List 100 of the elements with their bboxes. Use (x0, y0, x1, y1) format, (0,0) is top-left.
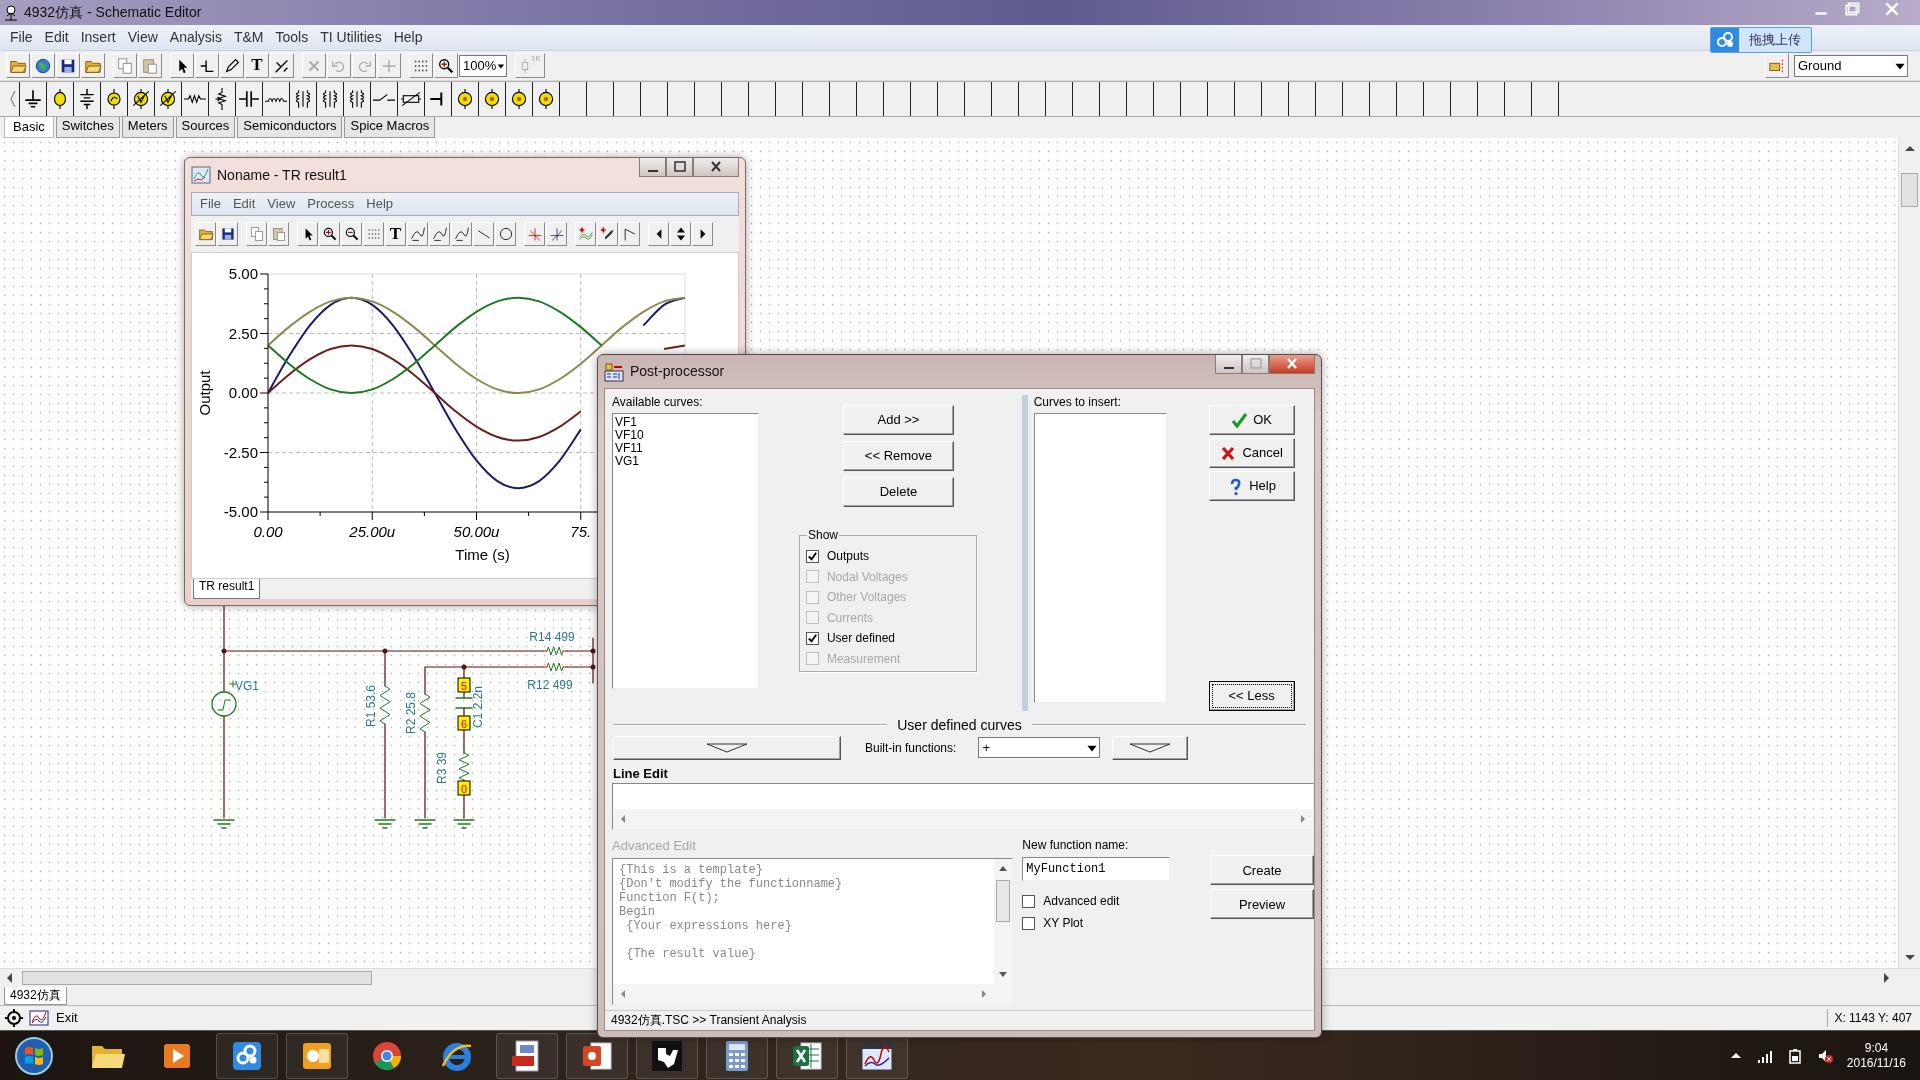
pointer-button[interactable] (297, 222, 318, 246)
menu-item[interactable]: View (261, 196, 302, 212)
pointer-button[interactable] (170, 53, 194, 78)
checkbox[interactable] (1022, 917, 1036, 931)
erase-button[interactable] (270, 53, 294, 78)
list-item[interactable]: VF10 (615, 429, 756, 443)
scrollbar[interactable] (1898, 138, 1920, 968)
open-file-button[interactable] (81, 53, 105, 78)
action-button[interactable]: Delete (842, 477, 954, 507)
checkbox[interactable] (1022, 894, 1036, 908)
text-tool-button[interactable]: T (385, 222, 406, 246)
maximize-button[interactable] (666, 158, 693, 177)
paste-button[interactable] (268, 222, 289, 246)
zoom-out-button[interactable] (341, 222, 362, 246)
scrollbar-thumb[interactable] (1901, 173, 1918, 207)
menu-item[interactable]: File (194, 196, 227, 212)
menu-item[interactable]: Help (387, 29, 429, 46)
copy-button[interactable] (246, 222, 267, 246)
gear-icon[interactable] (4, 1008, 24, 1028)
scrollbar-thumb[interactable] (22, 971, 372, 985)
palette-tab[interactable]: Basic (4, 117, 54, 138)
zoom-dropdown[interactable]: 100% (459, 54, 507, 77)
undo-button[interactable] (327, 53, 351, 78)
list-item[interactable]: VF1 (615, 416, 756, 430)
dropper-button[interactable] (597, 222, 618, 246)
chart-icon[interactable] (28, 1008, 50, 1028)
dialog-button[interactable]: Cancel (1208, 438, 1295, 468)
palette-tab[interactable]: Sources (175, 117, 236, 138)
list-item[interactable]: VG1 (615, 455, 756, 469)
grid-button[interactable] (409, 53, 433, 78)
palette-tab[interactable]: Semiconductors (237, 117, 343, 138)
exit-button[interactable]: Exit (54, 1010, 80, 1026)
palette-tab[interactable]: Spice Macros (344, 117, 436, 138)
close-button[interactable] (693, 158, 739, 177)
menu-item[interactable]: Process (301, 196, 361, 212)
dialog-button[interactable]: Help (1208, 471, 1295, 501)
expand-button[interactable] (613, 735, 841, 760)
scrollbar[interactable] (994, 859, 1013, 1004)
functions-dropdown[interactable]: + (978, 737, 1101, 759)
menu-item[interactable]: Help (360, 196, 400, 212)
open-button[interactable] (6, 53, 30, 78)
capacitor-icon[interactable] (238, 88, 260, 110)
pencil-button[interactable] (220, 53, 244, 78)
cursor-button[interactable] (524, 222, 545, 246)
curve-button[interactable] (429, 222, 450, 246)
palette-tab[interactable]: Switches (55, 117, 120, 138)
list-item[interactable]: VF11 (615, 442, 756, 456)
create-button[interactable]: Create (1210, 855, 1314, 886)
menu-item[interactable]: Analysis (163, 29, 228, 46)
battery-icon[interactable] (1786, 1047, 1803, 1064)
menu-item[interactable]: TI Utilities (314, 29, 388, 46)
paste-button[interactable] (138, 53, 162, 78)
minimize-button[interactable] (639, 158, 666, 177)
menu-item[interactable]: File (4, 29, 39, 46)
circle-button[interactable] (495, 222, 516, 246)
scrollbar-thumb[interactable] (996, 880, 1011, 923)
document-tab[interactable]: 4932仿真 (4, 987, 67, 1005)
cursor-button[interactable] (546, 222, 567, 246)
voltmeter-icon[interactable] (130, 88, 152, 110)
open-button[interactable] (195, 222, 216, 246)
action-button[interactable]: Add >> (842, 405, 954, 435)
palette-tab[interactable]: Meters (121, 117, 174, 138)
web-button[interactable] (31, 53, 55, 78)
start-button[interactable] (14, 1035, 54, 1076)
minimize-button[interactable] (1215, 355, 1242, 374)
expand-button[interactable] (1112, 735, 1189, 760)
name-field[interactable]: MyFunction1 (1022, 856, 1171, 881)
checkbox[interactable] (805, 549, 819, 563)
menu-item[interactable]: Insert (74, 29, 122, 46)
clock[interactable]: 9:04 2016/11/16 (1846, 1042, 1906, 1069)
up-down-button[interactable] (670, 222, 691, 246)
right-button[interactable] (692, 222, 713, 246)
checkbox[interactable] (805, 631, 819, 645)
text-tool-button[interactable]: T (245, 53, 269, 78)
component-dropdown[interactable]: Ground (1794, 54, 1908, 77)
add-button[interactable] (377, 53, 401, 78)
upload-button[interactable]: 拖拽上传 (1710, 27, 1812, 53)
redo-button[interactable] (352, 53, 376, 78)
zoom-in-button[interactable] (319, 222, 340, 246)
line-edit-field[interactable] (612, 783, 1314, 831)
left-button[interactable] (648, 222, 669, 246)
dialog-button[interactable]: OK (1208, 405, 1295, 435)
save-button[interactable] (217, 222, 238, 246)
line-button[interactable] (473, 222, 494, 246)
pick-button[interactable] (1765, 53, 1789, 78)
action-button[interactable]: << Remove (842, 441, 954, 471)
close-button[interactable] (1269, 355, 1315, 374)
save-button[interactable] (56, 53, 80, 78)
curve-button[interactable] (451, 222, 472, 246)
flag-button[interactable] (619, 222, 640, 246)
result-tab[interactable]: TR result1 (193, 579, 261, 599)
menu-item[interactable]: Edit (226, 196, 262, 212)
menu-item[interactable]: T&M (227, 29, 270, 46)
preview-button[interactable]: Preview (1210, 889, 1314, 920)
zoom-button[interactable] (434, 53, 458, 78)
menu-item[interactable]: Edit (38, 29, 75, 46)
delete-button[interactable] (302, 53, 326, 78)
add-curve-button[interactable] (575, 222, 596, 246)
less-button[interactable]: << Less (1208, 681, 1295, 711)
ground-icon[interactable] (22, 88, 44, 110)
